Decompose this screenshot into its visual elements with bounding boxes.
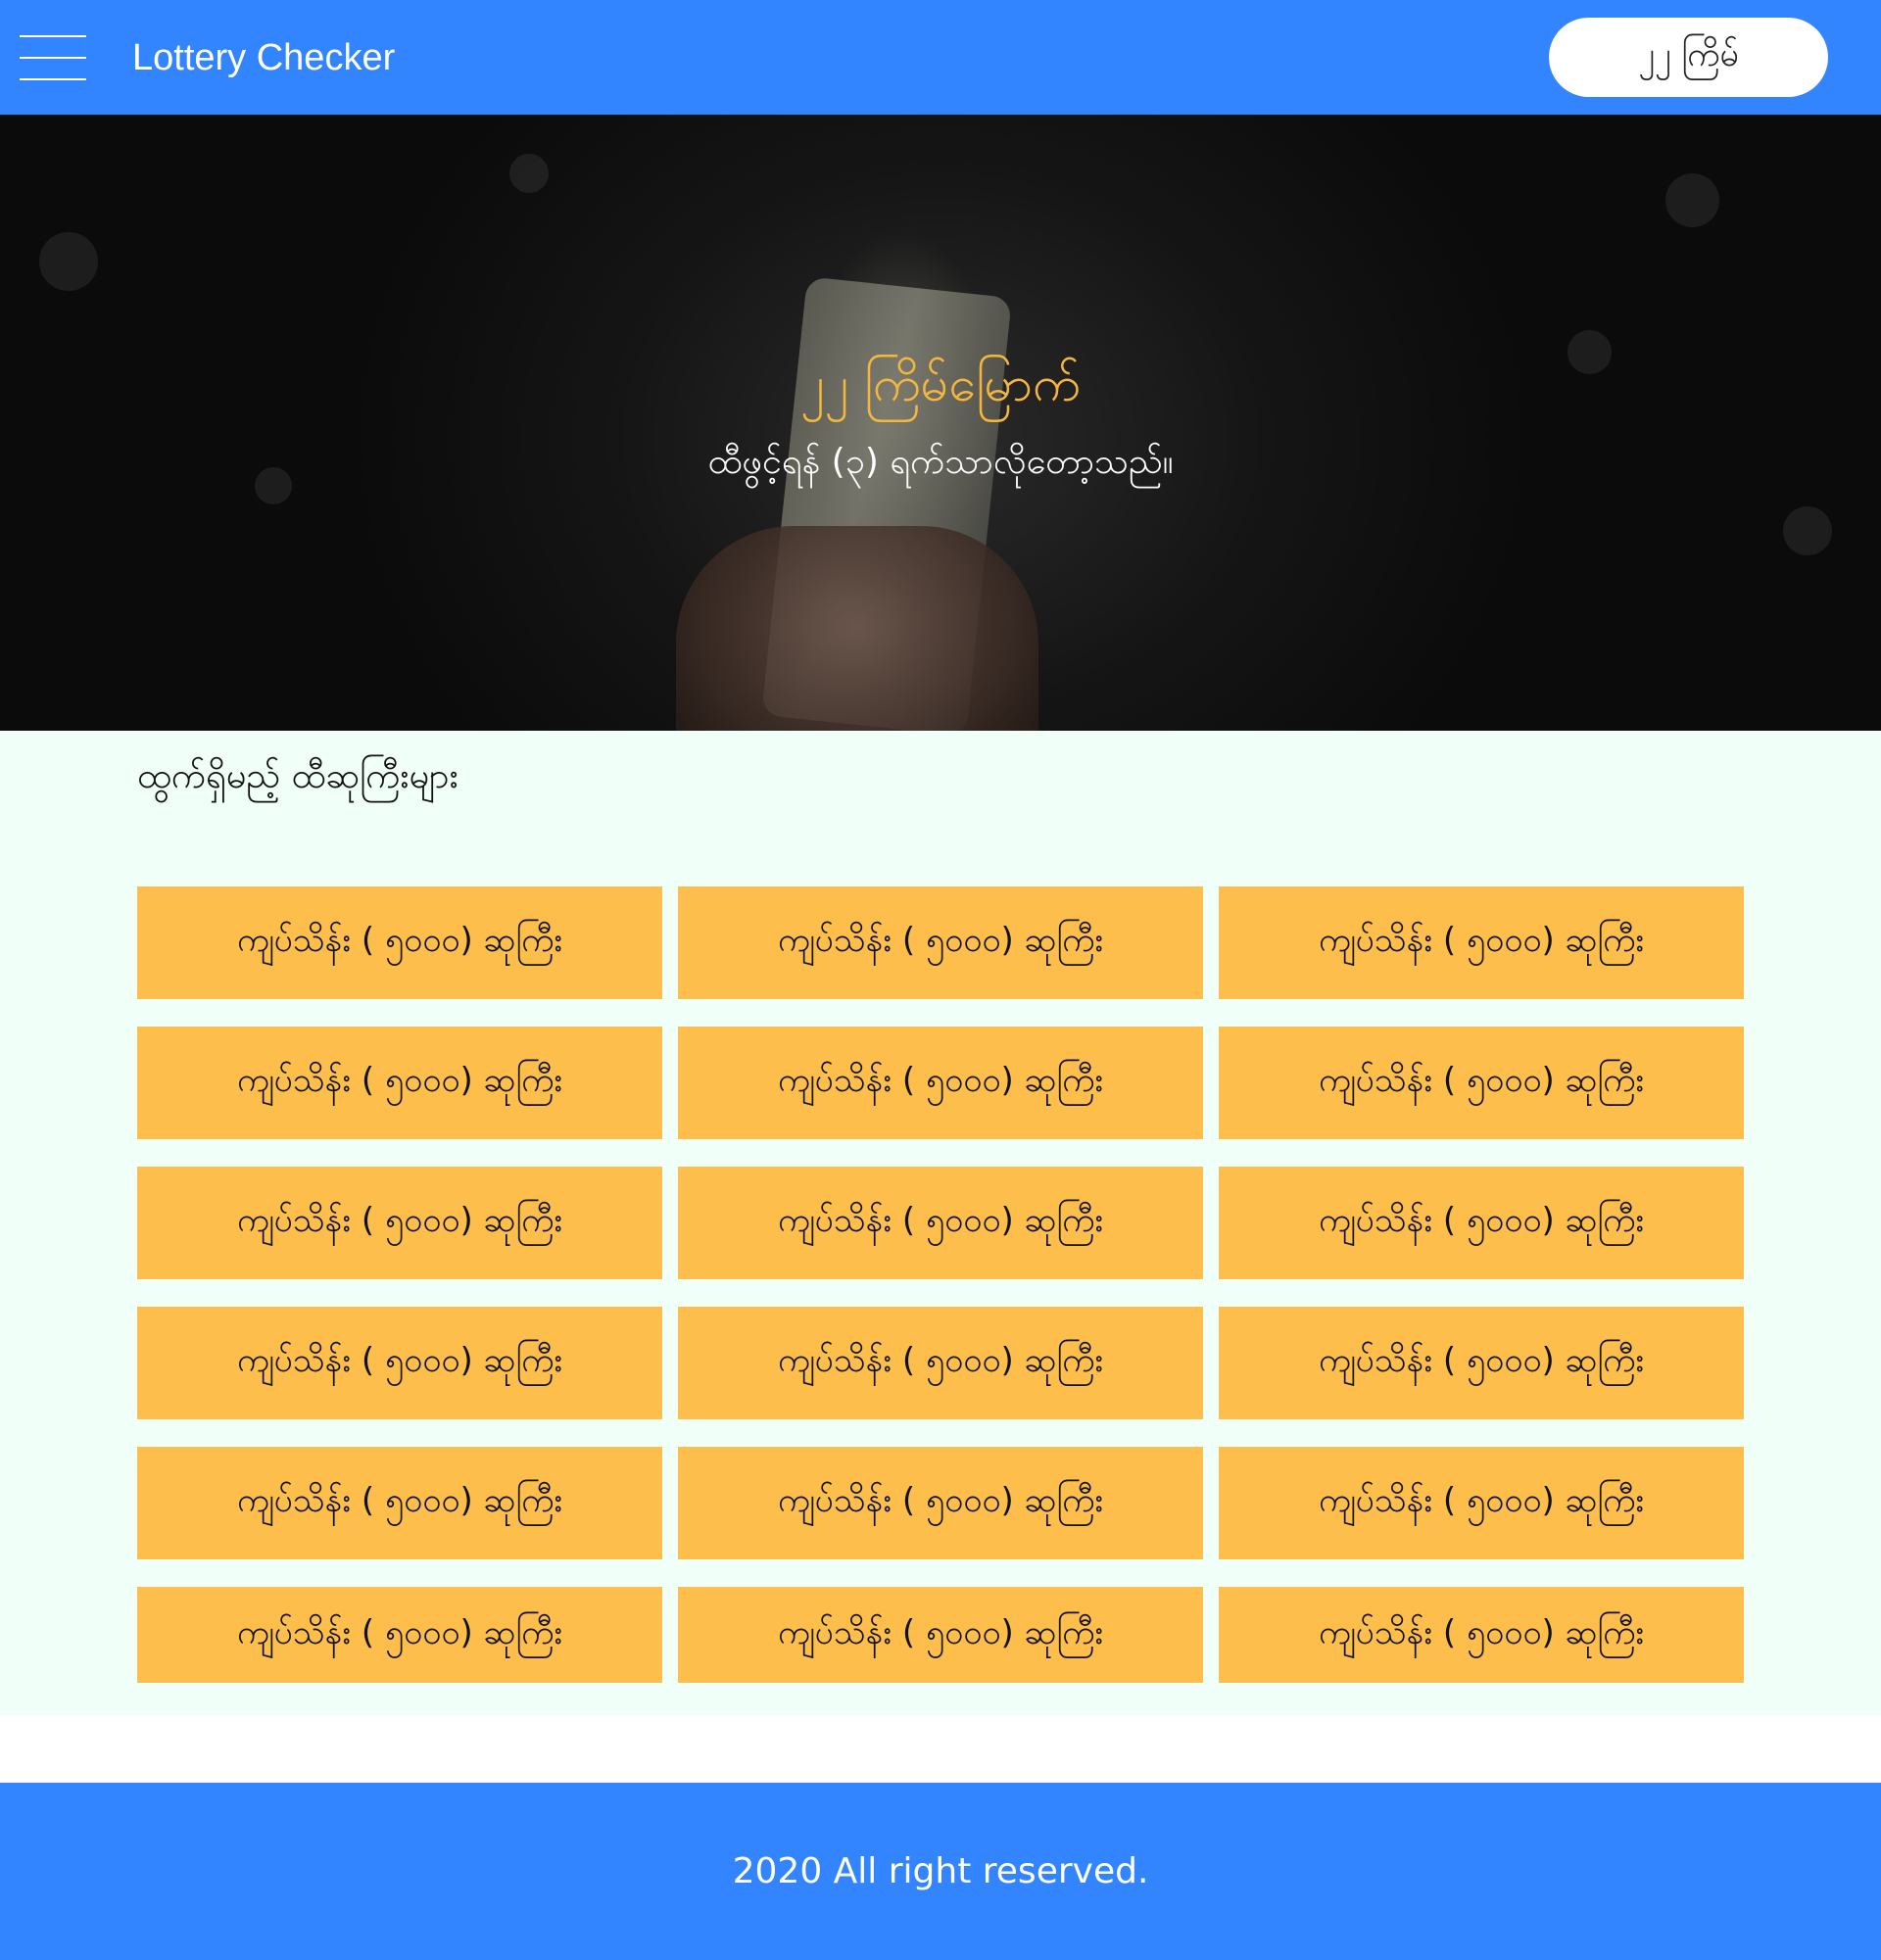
prize-card[interactable]: ကျပ်သိန်း ( ၅၀၀၀) ဆုကြီး <box>1219 1447 1744 1559</box>
hero-subtitle: ထီဖွင့်ရန် (၃) ရက်သာလိုတော့သည်။ <box>707 442 1174 482</box>
hero-bokeh <box>1783 506 1832 555</box>
section-title: ထွက်ရှိမည့် ထီဆုကြီးများ <box>137 756 458 796</box>
prize-card[interactable]: ကျပ်သိန်း ( ၅၀၀၀) ဆုကြီး <box>137 1167 662 1279</box>
page-footer: 2020 All right reserved. <box>0 1783 1881 1960</box>
prize-card[interactable]: ကျပ်သိန်း ( ၅၀၀၀) ဆုကြီး <box>137 1447 662 1559</box>
menu-line <box>20 35 86 37</box>
prizes-section: ထွက်ရှိမည့် ထီဆုကြီးများ ကျပ်သိန်း ( ၅၀၀… <box>0 731 1881 1715</box>
hero-title: ၂၂ ကြိမ်မြောက် <box>800 356 1081 412</box>
prize-card[interactable]: ကျပ်သိန်း ( ၅၀၀၀) ဆုကြီး <box>678 1167 1203 1279</box>
prize-card[interactable]: ကျပ်သိန်း ( ၅၀၀၀) ဆုကြီး <box>137 1307 662 1419</box>
menu-line <box>20 57 86 59</box>
menu-line <box>20 78 86 80</box>
round-selector-button[interactable]: ၂၂ ကြိမ် <box>1549 18 1828 97</box>
prize-card[interactable]: ကျပ်သိန်း ( ၅၀၀၀) ဆုကြီး <box>678 1587 1203 1683</box>
prize-card[interactable]: ကျပ်သိန်း ( ၅၀၀၀) ဆုကြီး <box>1219 1167 1744 1279</box>
prize-grid: ကျပ်သိန်း ( ၅၀၀၀) ဆုကြီး ကျပ်သိန်း ( ၅၀၀… <box>137 886 1744 1683</box>
prize-card[interactable]: ကျပ်သိန်း ( ၅၀၀၀) ဆုကြီး <box>678 1027 1203 1139</box>
prize-card[interactable]: ကျပ်သိန်း ( ၅၀၀၀) ဆုကြီး <box>1219 1307 1744 1419</box>
prize-card[interactable]: ကျပ်သိန်း ( ၅၀၀၀) ဆုကြီး <box>1219 1027 1744 1139</box>
hero-banner: ၂၂ ကြိမ်မြောက် ထီဖွင့်ရန် (၃) ရက်သာလိုတေ… <box>0 115 1881 731</box>
copyright-text: 2020 All right reserved. <box>732 1851 1149 1891</box>
prize-card[interactable]: ကျပ်သိန်း ( ၅၀၀၀) ဆုကြီး <box>1219 886 1744 999</box>
prize-card[interactable]: ကျပ်သိန်း ( ၅၀၀၀) ဆုကြီး <box>137 886 662 999</box>
hero-hand-image <box>676 526 1038 731</box>
hero-bokeh <box>509 154 549 193</box>
prize-card[interactable]: ကျပ်သိန်း ( ၅၀၀၀) ဆုကြီး <box>678 886 1203 999</box>
hamburger-menu-icon[interactable] <box>20 35 86 80</box>
prize-card[interactable]: ကျပ်သိန်း ( ၅၀၀၀) ဆုကြီး <box>1219 1587 1744 1683</box>
prize-card[interactable]: ကျပ်သိန်း ( ၅၀၀၀) ဆုကြီး <box>137 1027 662 1139</box>
hero-bokeh <box>1665 173 1719 227</box>
prize-card[interactable]: ကျပ်သိန်း ( ၅၀၀၀) ဆုကြီး <box>678 1447 1203 1559</box>
app-title[interactable]: Lottery Checker <box>132 35 395 80</box>
prize-card[interactable]: ကျပ်သိန်း ( ၅၀၀၀) ဆုကြီး <box>678 1307 1203 1419</box>
prize-card[interactable]: ကျပ်သိန်း ( ၅၀၀၀) ဆုကြီး <box>137 1587 662 1683</box>
top-navbar: Lottery Checker ၂၂ ကြိမ် <box>0 0 1881 115</box>
hero-bokeh <box>39 232 98 291</box>
